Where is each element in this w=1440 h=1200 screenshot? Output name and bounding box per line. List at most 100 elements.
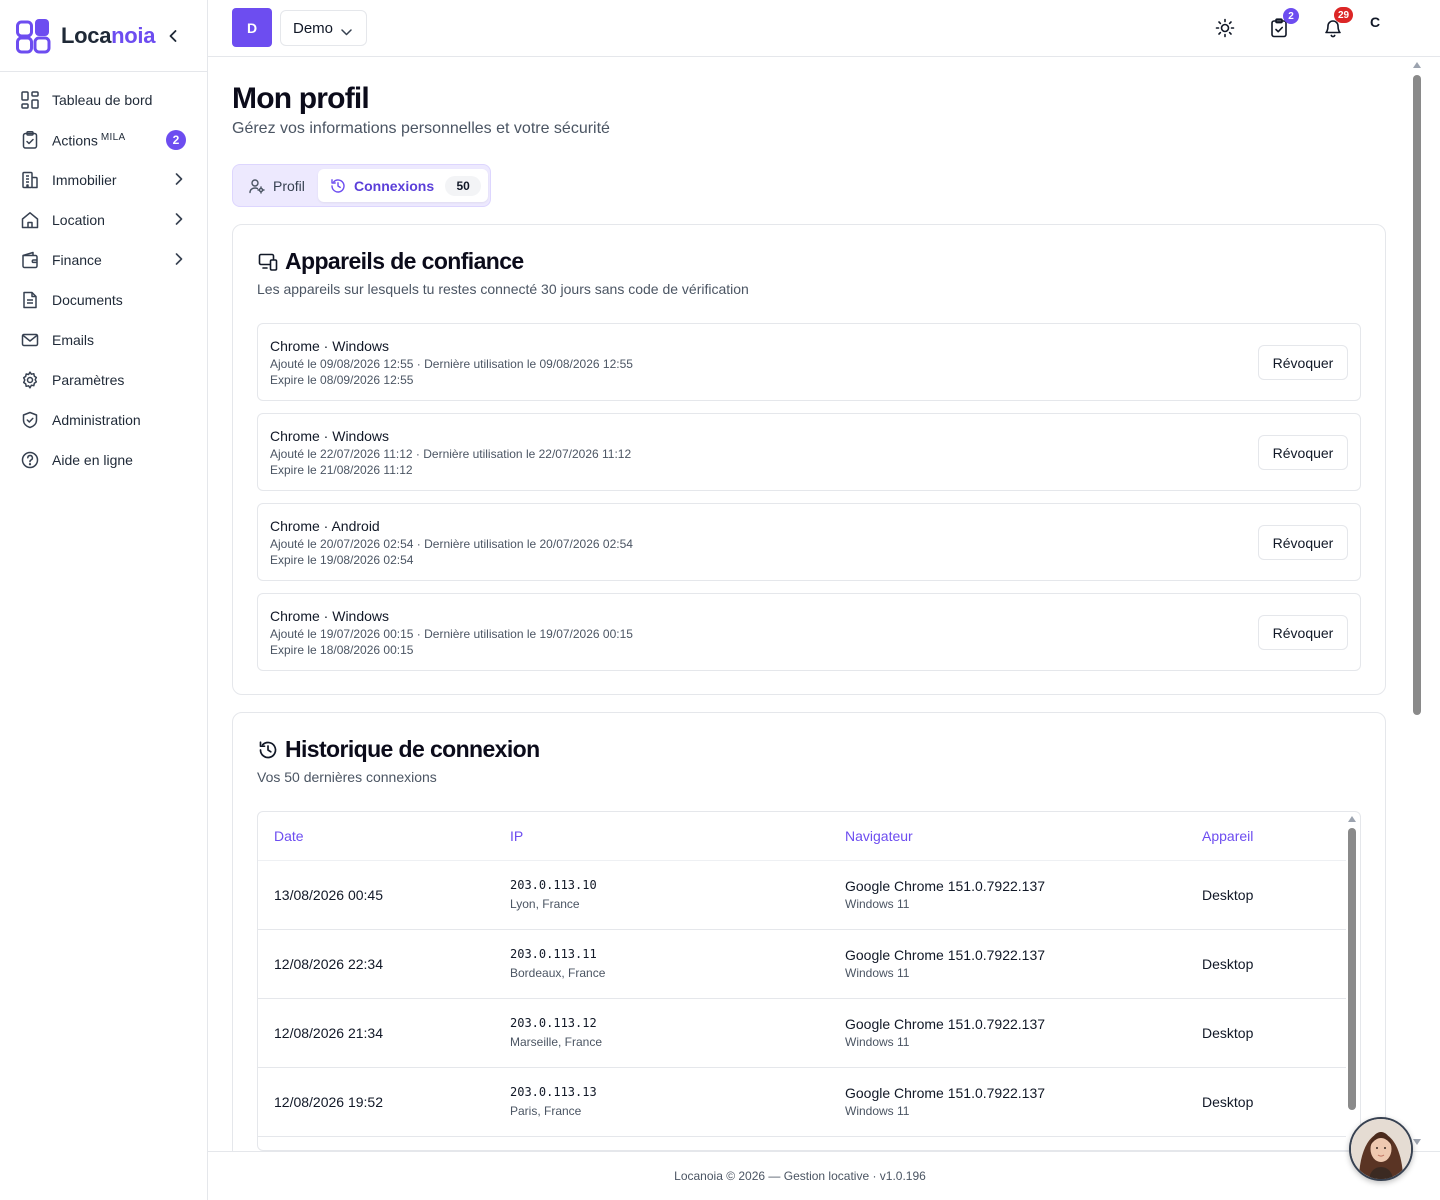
tasks-count-badge: 2 — [1283, 8, 1299, 24]
cell-date: 12/08/2026 19:52 — [274, 1094, 383, 1110]
device-name: Chrome · Windows — [270, 608, 390, 624]
cell-date: 12/08/2026 21:34 — [274, 1025, 383, 1041]
revoke-device-button[interactable]: Révoquer — [1258, 435, 1348, 470]
tab-connexions[interactable]: Connexions 50 — [318, 169, 488, 202]
cell-os: Windows 11 — [845, 1104, 910, 1118]
brand-name: Locanoia — [61, 22, 156, 48]
dashboard-icon — [20, 90, 40, 110]
page-scrollbar[interactable] — [1413, 75, 1421, 715]
sidebar-item-location[interactable]: Location — [0, 200, 207, 240]
connexions-count-badge: 50 — [445, 175, 482, 196]
tab-profil[interactable]: Profil — [239, 169, 315, 202]
table-row: 12/08/2026 22:34 203.0.113.11 Bordeaux, … — [258, 930, 1346, 999]
device-name: Chrome · Windows — [270, 428, 390, 444]
revoke-device-button[interactable]: Révoquer — [1258, 615, 1348, 650]
sidebar-nav: Tableau de bord Actions MILA 2 Immobilier… — [0, 72, 207, 480]
table-scrollbar[interactable] — [1348, 828, 1356, 1110]
sidebar-item-finance[interactable]: Finance — [0, 240, 207, 280]
trusted-devices-header: Appareils de confiance — [257, 248, 524, 275]
cell-ip: 203.0.113.10 — [510, 878, 597, 892]
table-row: 12/08/2026 21:34 203.0.113.12 Marseille,… — [258, 999, 1346, 1068]
trusted-device-item: Chrome · Windows Ajouté le 22/07/2026 11… — [257, 413, 1361, 491]
device-name: Chrome · Android — [270, 518, 380, 534]
cell-os: Windows 11 — [845, 966, 910, 980]
table-row: 12/08/2026 19:52 203.0.113.13 Paris, Fra… — [258, 1068, 1346, 1137]
cell-device: Desktop — [1202, 956, 1254, 972]
page-scroll-down-arrow[interactable] — [1413, 1139, 1421, 1145]
wallet-icon — [20, 250, 40, 270]
sidebar-item-documents[interactable]: Documents — [0, 280, 207, 320]
tab-label: Connexions — [354, 177, 435, 194]
column-header-date[interactable]: Date — [274, 828, 304, 844]
revoke-device-button[interactable]: Révoquer — [1258, 525, 1348, 560]
building-icon — [20, 170, 40, 190]
organization-avatar[interactable]: D — [232, 8, 272, 47]
sidebar-item-label: Administration — [52, 412, 141, 428]
sidebar-item-label: Tableau de bord — [52, 92, 153, 108]
chevron-right-icon — [175, 252, 183, 268]
cell-browser: Google Chrome 151.0.7922.137 — [845, 947, 1046, 963]
column-header-appareil[interactable]: Appareil — [1202, 828, 1253, 844]
chevron-right-icon — [175, 212, 183, 228]
device-added: Ajouté le 19/07/2026 00:15 · Dernière ut… — [270, 627, 633, 641]
sidebar-item-label: Paramètres — [52, 372, 125, 388]
sidebar-item-parametres[interactable]: Paramètres — [0, 360, 207, 400]
sidebar-item-aide-en-ligne[interactable]: Aide en ligne — [0, 440, 207, 480]
cell-device: Desktop — [1202, 887, 1254, 903]
footer-text: Locanoia © 2026 — Gestion locative · v1.… — [674, 1169, 926, 1183]
organization-select[interactable]: Demo — [280, 10, 367, 46]
assistant-avatar-button[interactable] — [1349, 1117, 1413, 1181]
sidebar-item-actions[interactable]: Actions MILA 2 — [0, 120, 207, 160]
table-scroll-up-arrow[interactable] — [1348, 816, 1356, 822]
profile-tabs: Profil Connexions 50 — [232, 164, 491, 207]
sidebar-item-emails[interactable]: Emails — [0, 320, 207, 360]
sidebar-item-label: Location — [52, 212, 105, 228]
device-expires: Expire le 19/08/2026 02:54 — [270, 553, 414, 567]
page-subtitle: Gérez vos informations personnelles et v… — [232, 120, 610, 137]
sidebar-item-immobilier[interactable]: Immobilier — [0, 160, 207, 200]
sidebar-item-label: Finance — [52, 252, 102, 268]
sidebar-item-label: Emails — [52, 332, 95, 348]
history-icon — [257, 739, 279, 761]
trusted-devices-card: Appareils de confiance Les appareils sur… — [232, 224, 1386, 695]
revoke-device-button[interactable]: Révoquer — [1258, 345, 1348, 380]
cell-browser: Google Chrome 151.0.7922.137 — [845, 878, 1046, 894]
cell-location: Lyon, France — [510, 897, 580, 911]
column-header-navigateur[interactable]: Navigateur — [845, 828, 913, 844]
devices-icon — [257, 251, 279, 273]
cell-device: Desktop — [1202, 1025, 1254, 1041]
sidebar-item-label: Aide en ligne — [52, 452, 133, 468]
cell-ip: 203.0.113.12 — [510, 1016, 597, 1030]
mila-superscript: MILA — [100, 131, 126, 143]
device-expires: Expire le 18/08/2026 00:15 — [270, 643, 414, 657]
trusted-device-item: Chrome · Windows Ajouté le 09/08/2026 12… — [257, 323, 1361, 401]
cell-os: Windows 11 — [845, 1035, 910, 1049]
mail-icon — [20, 330, 40, 350]
help-circle-icon — [20, 450, 40, 470]
tab-label: Profil — [273, 177, 305, 194]
cell-os: Windows 11 — [845, 897, 910, 911]
theme-toggle-button[interactable] — [1213, 16, 1237, 40]
gear-icon — [20, 370, 40, 390]
sun-icon — [1215, 18, 1235, 38]
main-content: Mon profil Gérez vos informations person… — [208, 57, 1408, 1151]
assistant-avatar-icon — [1351, 1119, 1411, 1179]
sidebar-item-tableau-de-bord[interactable]: Tableau de bord — [0, 80, 207, 120]
chevron-left-icon — [169, 30, 177, 42]
sidebar-item-administration[interactable]: Administration — [0, 400, 207, 440]
column-header-ip[interactable]: IP — [510, 828, 523, 844]
shield-icon — [20, 410, 40, 430]
document-icon — [20, 290, 40, 310]
page-scroll-up-arrow[interactable] — [1413, 62, 1421, 68]
brand[interactable]: Locanoia — [0, 0, 207, 72]
topbar: D Demo 2 29 C — [208, 0, 1440, 57]
cell-device: Desktop — [1202, 1094, 1254, 1110]
clipboard-check-icon — [20, 130, 40, 150]
page-title: Mon profil — [232, 82, 370, 115]
organization-name: Demo — [293, 19, 334, 37]
sidebar: Locanoia Tableau de bord Actions MILA 2 I… — [0, 0, 208, 1200]
sidebar-collapse-button[interactable] — [165, 26, 181, 46]
trusted-devices-subtitle: Les appareils sur lesquels tu restes con… — [257, 281, 749, 297]
user-menu-button[interactable]: C — [1370, 14, 1380, 30]
device-added: Ajouté le 09/08/2026 12:55 · Dernière ut… — [270, 357, 633, 371]
